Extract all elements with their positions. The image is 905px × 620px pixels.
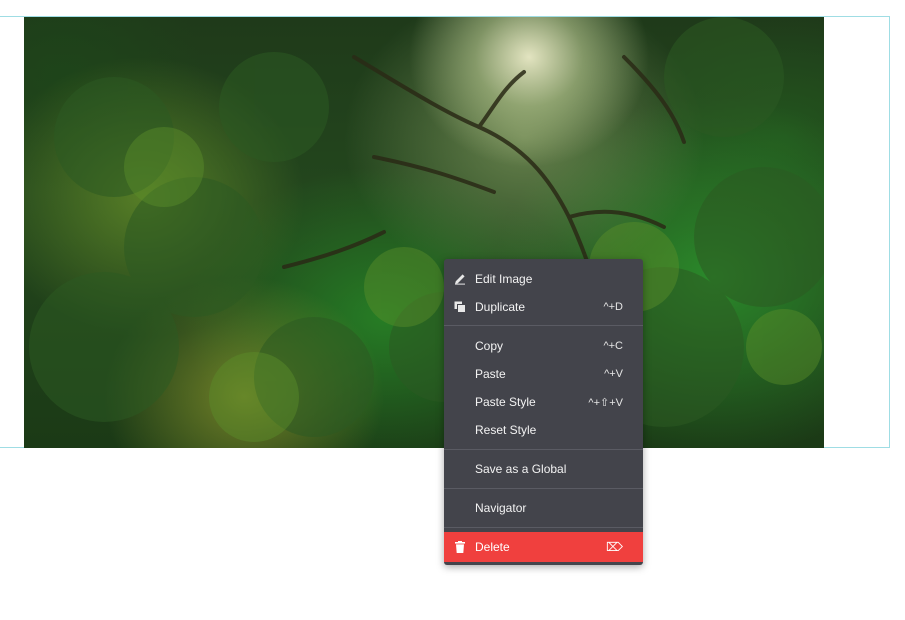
menu-item-shortcut: ^+D bbox=[603, 301, 623, 313]
menu-item-save-as-global[interactable]: Save as a Global bbox=[444, 455, 643, 483]
trash-icon bbox=[455, 541, 465, 553]
menu-item-shortcut: ^+V bbox=[604, 368, 623, 380]
menu-item-copy[interactable]: Copy ^+C bbox=[444, 332, 643, 360]
forest-image[interactable] bbox=[24, 17, 824, 448]
menu-item-label: Edit Image bbox=[475, 272, 533, 286]
menu-item-paste-style[interactable]: Paste Style ^+⇧+V bbox=[444, 388, 643, 416]
menu-item-label: Reset Style bbox=[475, 423, 537, 437]
menu-item-duplicate[interactable]: Duplicate ^+D bbox=[444, 293, 643, 321]
menu-item-label: Duplicate bbox=[475, 300, 526, 314]
menu-divider bbox=[444, 325, 643, 326]
context-menu: Edit Image Duplicate ^+D Copy ^+C Paste … bbox=[444, 259, 643, 565]
menu-item-label: Paste bbox=[475, 367, 506, 381]
menu-item-shortcut: ^+C bbox=[603, 340, 623, 352]
menu-item-label: Delete bbox=[475, 540, 510, 554]
delete-key-icon: ⌦ bbox=[606, 540, 623, 554]
menu-item-label: Save as a Global bbox=[475, 462, 567, 476]
pencil-icon bbox=[455, 274, 465, 285]
forest-branches bbox=[29, 17, 824, 442]
menu-item-navigator[interactable]: Navigator bbox=[444, 494, 643, 522]
menu-item-reset-style[interactable]: Reset Style bbox=[444, 416, 643, 444]
menu-item-paste[interactable]: Paste ^+V bbox=[444, 360, 643, 388]
menu-item-label: Paste Style bbox=[475, 395, 536, 409]
menu-divider bbox=[444, 449, 643, 450]
menu-item-label: Copy bbox=[475, 339, 504, 353]
menu-item-label: Navigator bbox=[475, 501, 527, 515]
menu-item-shortcut: ^+⇧+V bbox=[588, 396, 623, 409]
menu-item-edit-image[interactable]: Edit Image bbox=[444, 265, 643, 293]
duplicate-icon bbox=[454, 301, 466, 313]
menu-item-delete[interactable]: Delete ⌦ bbox=[444, 532, 643, 562]
menu-divider bbox=[444, 488, 643, 489]
menu-divider bbox=[444, 527, 643, 528]
